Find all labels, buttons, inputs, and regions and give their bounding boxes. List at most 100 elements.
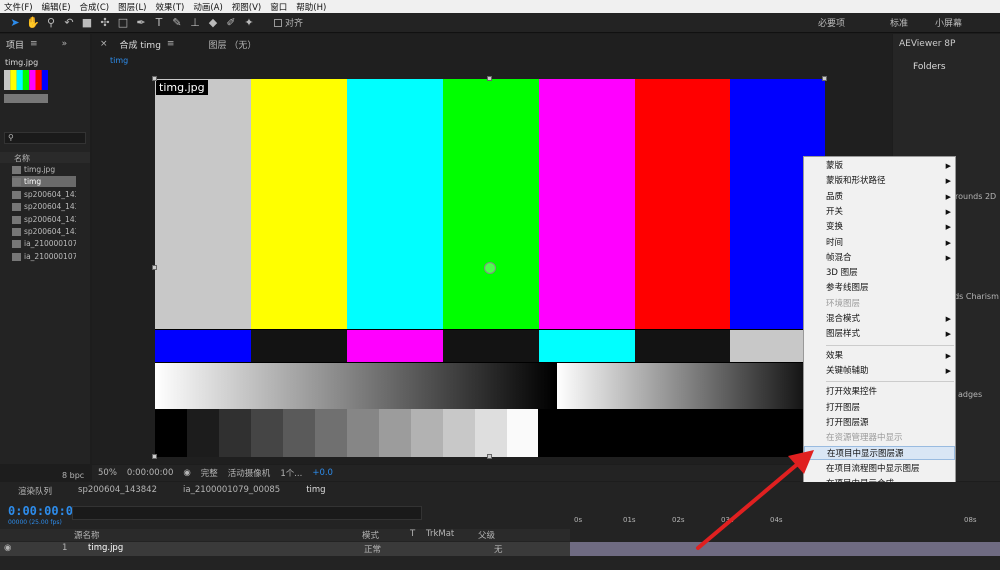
quality-select[interactable]: 完整 (201, 467, 218, 479)
menu-item[interactable]: 视图(V) (232, 1, 261, 13)
context-menu-item[interactable]: 在项目流程图中显示图层 (826, 462, 954, 476)
layer-row[interactable]: ◉ 1 timg.jpg 正常 无 (0, 542, 570, 556)
transform-handle[interactable] (152, 76, 157, 81)
close-tab-icon[interactable]: × (100, 39, 108, 49)
context-menu-item[interactable]: 开关 ▶ (826, 205, 954, 219)
hand-tool-icon[interactable]: ✋ (26, 16, 40, 30)
trkmat-header[interactable]: TrkMat (426, 529, 454, 539)
context-menu-item[interactable]: 关键帧辅助 ▶ (826, 364, 954, 378)
folders-button[interactable]: Folders (913, 62, 946, 72)
eraser-tool-icon[interactable]: ◆ (206, 16, 220, 30)
workspace-small-screen[interactable]: 小屏幕 (935, 16, 962, 29)
transform-handle[interactable] (822, 76, 827, 81)
zoom-value[interactable]: 50% (98, 468, 117, 478)
context-menu-item[interactable]: 打开图层 (826, 401, 954, 415)
context-menu-item[interactable]: 打开效果控件 (826, 385, 954, 399)
text-tool-icon[interactable]: T (152, 16, 166, 30)
expand-panels-icon[interactable]: » (62, 39, 68, 49)
context-menu-item[interactable]: 变换 ▶ (826, 220, 954, 234)
t-header[interactable]: T (410, 529, 415, 539)
context-menu-item[interactable]: 蒙版和形状路径 ▶ (826, 174, 954, 188)
aeviewer-title[interactable]: AEViewer 8P (899, 39, 955, 49)
layer-parent[interactable]: 无 (494, 543, 503, 555)
parent-header[interactable]: 父级 (478, 529, 495, 541)
timeline-tab[interactable]: timg (306, 485, 325, 499)
tab-menu-icon[interactable]: ≡ (167, 39, 175, 49)
puppet-tool-icon[interactable]: ✦ (242, 16, 256, 30)
zoom-tool-icon[interactable]: ⚲ (44, 16, 58, 30)
brush-tool-icon[interactable]: ✎ (170, 16, 184, 30)
pan-behind-tool-icon[interactable]: ✣ (98, 16, 112, 30)
project-list-item[interactable]: ia_2100001079 (12, 251, 76, 262)
timeline-fps: 00000 (25.00 fps) (8, 519, 62, 526)
layer-blend-mode[interactable]: 正常 (364, 543, 381, 555)
menu-item[interactable]: 动画(A) (193, 1, 222, 13)
current-time[interactable]: 0:00:00:00 (127, 468, 173, 478)
context-menu-item[interactable]: 帧混合 ▶ (826, 251, 954, 265)
source-name-header[interactable]: 源名称 (74, 529, 100, 541)
context-menu-item-label: 蒙版 (826, 161, 844, 171)
mode-header[interactable]: 模式 (362, 529, 379, 541)
snap-checkbox[interactable] (274, 18, 282, 27)
bit-depth-label[interactable]: 8 bpc (62, 471, 84, 480)
workspace-standard[interactable]: 标准 (890, 16, 908, 29)
transform-handle[interactable] (152, 454, 157, 459)
name-column-header[interactable]: 名称 (14, 153, 30, 164)
timeline-tab[interactable]: 渲染队列 (18, 485, 52, 499)
selection-tool-icon[interactable]: ➤ (8, 16, 22, 30)
context-menu-item[interactable]: 蒙版 ▶ (826, 159, 954, 173)
timeline-search-input[interactable] (72, 506, 422, 520)
menu-item[interactable]: 帮助(H) (296, 1, 326, 13)
context-menu-item[interactable]: 品质 ▶ (826, 190, 954, 204)
context-menu-item[interactable]: 3D 图层 (826, 266, 954, 280)
exposure-value[interactable]: +0.0 (312, 468, 333, 478)
context-menu-item[interactable]: 效果 ▶ (826, 349, 954, 363)
panel-menu-icon[interactable]: ≡ (30, 39, 38, 49)
context-menu-item[interactable]: 参考线图层 (826, 281, 954, 295)
menu-item[interactable]: 窗口 (270, 1, 287, 13)
project-list-item[interactable]: ia_2100001079 (12, 238, 76, 249)
menu-item[interactable]: 文件(F) (4, 1, 33, 13)
tab-layer[interactable]: 图层 （无） (208, 38, 256, 51)
project-search-input[interactable]: ⚲ (4, 132, 86, 144)
menu-item[interactable]: 效果(T) (156, 1, 185, 13)
clone-stamp-tool-icon[interactable]: ⊥ (188, 16, 202, 30)
views-select[interactable]: 1个... (280, 467, 302, 479)
transform-handle[interactable] (152, 265, 157, 270)
project-list-item[interactable]: timg (12, 176, 76, 188)
rectangle-tool-icon[interactable]: □ (116, 16, 130, 30)
anchor-point-icon[interactable] (484, 262, 496, 274)
project-title[interactable]: 项目 (6, 38, 24, 51)
submenu-arrow-icon: ▶ (945, 192, 951, 201)
tab-composition[interactable]: 合成 timg (120, 38, 161, 51)
roto-brush-tool-icon[interactable]: ✐ (224, 16, 238, 30)
transform-handle[interactable] (487, 76, 492, 81)
snap-toggle[interactable]: 对齐 (274, 16, 303, 29)
timeline-tab[interactable]: ia_2100001079_00085 (183, 485, 280, 499)
visibility-eye-icon[interactable]: ◉ (4, 543, 11, 553)
context-menu-item[interactable]: 打开图层源 (826, 416, 954, 430)
context-menu-item-label: 在资源管理器中显示 (826, 433, 903, 444)
context-menu-item[interactable]: 图层样式 ▶ (826, 327, 954, 341)
timeline-timecode[interactable]: 0:00:00:00 (8, 504, 80, 518)
project-list-item[interactable]: sp200604_143 (12, 226, 76, 237)
composition-subtab[interactable]: timg (110, 56, 128, 65)
context-menu-item[interactable]: 混合模式 ▶ (826, 312, 954, 326)
pen-tool-icon[interactable]: ✒ (134, 16, 148, 30)
workspace-essentials[interactable]: 必要项 (818, 16, 845, 29)
camera-snapshot-icon[interactable]: ◉ (183, 468, 190, 478)
project-list-item[interactable]: sp200604_143 (12, 201, 76, 212)
camera-select[interactable]: 活动摄像机 (228, 467, 271, 479)
menu-item[interactable]: 合成(C) (80, 1, 110, 13)
menu-item[interactable]: 图层(L) (118, 1, 146, 13)
project-list-item[interactable]: sp200604_143 (12, 214, 76, 225)
project-list-item[interactable]: sp200604_143 (12, 189, 76, 200)
project-list-item[interactable]: timg.jpg (12, 164, 76, 175)
camera-tool-icon[interactable]: ■ (80, 16, 94, 30)
timeline-tab[interactable]: sp200604_143842 (78, 485, 157, 499)
transform-handle[interactable] (487, 454, 492, 459)
context-menu-item[interactable]: 时间 ▶ (826, 236, 954, 250)
menu-item[interactable]: 编辑(E) (42, 1, 71, 13)
layer-name[interactable]: timg.jpg (88, 543, 123, 553)
rotate-tool-icon[interactable]: ↶ (62, 16, 76, 30)
